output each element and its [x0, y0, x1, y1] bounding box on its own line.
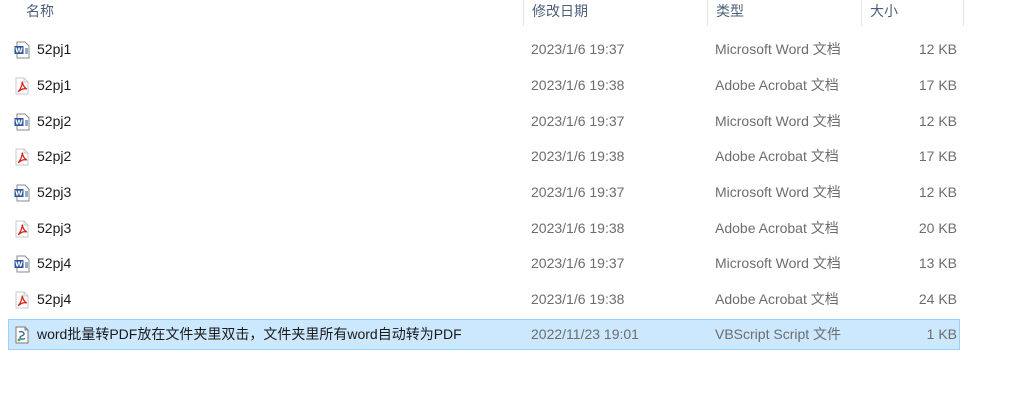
word-doc-icon: W [14, 255, 30, 273]
file-type: Adobe Acrobat 文档 [715, 291, 839, 307]
file-date-modified: 2023/1/6 19:37 [531, 41, 625, 57]
file-size: 17 KB [918, 148, 957, 164]
file-type: Adobe Acrobat 文档 [715, 77, 839, 93]
column-header-date-modified[interactable]: 修改日期 [524, 0, 708, 26]
file-name: 52pj2 [37, 113, 72, 129]
file-size: 17 KB [918, 77, 957, 93]
file-date-modified: 2023/1/6 19:38 [531, 220, 625, 236]
file-type: Microsoft Word 文档 [715, 184, 841, 200]
svg-text:W: W [15, 261, 23, 269]
file-type: VBScript Script 文件 [715, 326, 842, 342]
file-row[interactable]: 52pj4 2023/1/6 19:38 Adobe Acrobat 文档 24… [8, 284, 960, 315]
pdf-icon [14, 148, 30, 166]
file-row[interactable]: W 52pj1 2023/1/6 19:37 Microsoft Word 文档… [8, 34, 960, 65]
file-name: 52pj2 [37, 148, 72, 164]
file-size: 1 KB [926, 326, 957, 342]
file-type: Microsoft Word 文档 [715, 41, 841, 57]
svg-text:W: W [15, 119, 23, 127]
pdf-icon [14, 77, 30, 95]
file-explorer-list: ⌃ 名称 修改日期 类型 大小 W 52pj1 2023/1/6 19:37 M… [0, 0, 1024, 399]
svg-text:W: W [15, 47, 23, 55]
file-type: Adobe Acrobat 文档 [715, 220, 839, 236]
file-type: Microsoft Word 文档 [715, 113, 841, 129]
file-row[interactable]: 52pj3 2023/1/6 19:38 Adobe Acrobat 文档 20… [8, 213, 960, 244]
file-date-modified: 2023/1/6 19:38 [531, 77, 625, 93]
file-row[interactable]: 52pj1 2023/1/6 19:38 Adobe Acrobat 文档 17… [8, 70, 960, 101]
column-header-name[interactable]: 名称 [18, 0, 524, 26]
file-row[interactable]: W 52pj4 2023/1/6 19:37 Microsoft Word 文档… [8, 248, 960, 279]
file-size: 24 KB [918, 291, 957, 307]
file-name: 52pj1 [37, 77, 72, 93]
column-header-type[interactable]: 类型 [708, 0, 862, 26]
file-name: word批量转PDF放在文件夹里双击，文件夹里所有word自动转为PDF [37, 326, 462, 342]
file-size: 13 KB [918, 255, 957, 271]
word-doc-icon: W [14, 41, 30, 59]
file-size: 12 KB [918, 113, 957, 129]
file-name: 52pj3 [37, 184, 72, 200]
word-doc-icon: W [14, 113, 30, 131]
file-date-modified: 2022/11/23 19:01 [531, 326, 639, 342]
pdf-icon [14, 220, 30, 238]
file-date-modified: 2023/1/6 19:38 [531, 148, 625, 164]
file-name: 52pj1 [37, 41, 72, 57]
column-header-bar: ⌃ 名称 修改日期 类型 大小 [0, 0, 964, 26]
file-size: 12 KB [918, 41, 957, 57]
file-row-selected[interactable]: word批量转PDF放在文件夹里双击，文件夹里所有word自动转为PDF 202… [8, 319, 960, 350]
file-type: Microsoft Word 文档 [715, 255, 841, 271]
file-type: Adobe Acrobat 文档 [715, 148, 839, 164]
file-name: 52pj4 [37, 255, 72, 271]
file-name: 52pj4 [37, 291, 72, 307]
file-row[interactable]: 52pj2 2023/1/6 19:38 Adobe Acrobat 文档 17… [8, 141, 960, 172]
word-doc-icon: W [14, 184, 30, 202]
file-date-modified: 2023/1/6 19:37 [531, 255, 625, 271]
file-name: 52pj3 [37, 220, 72, 236]
file-size: 12 KB [918, 184, 957, 200]
file-row[interactable]: W 52pj2 2023/1/6 19:37 Microsoft Word 文档… [8, 106, 960, 137]
file-date-modified: 2023/1/6 19:38 [531, 291, 625, 307]
pdf-icon [14, 291, 30, 309]
svg-text:W: W [15, 190, 23, 198]
column-header-size[interactable]: 大小 [862, 0, 964, 26]
vbscript-icon [14, 326, 30, 344]
file-size: 20 KB [918, 220, 957, 236]
file-date-modified: 2023/1/6 19:37 [531, 113, 625, 129]
file-row[interactable]: W 52pj3 2023/1/6 19:37 Microsoft Word 文档… [8, 177, 960, 208]
file-date-modified: 2023/1/6 19:37 [531, 184, 625, 200]
